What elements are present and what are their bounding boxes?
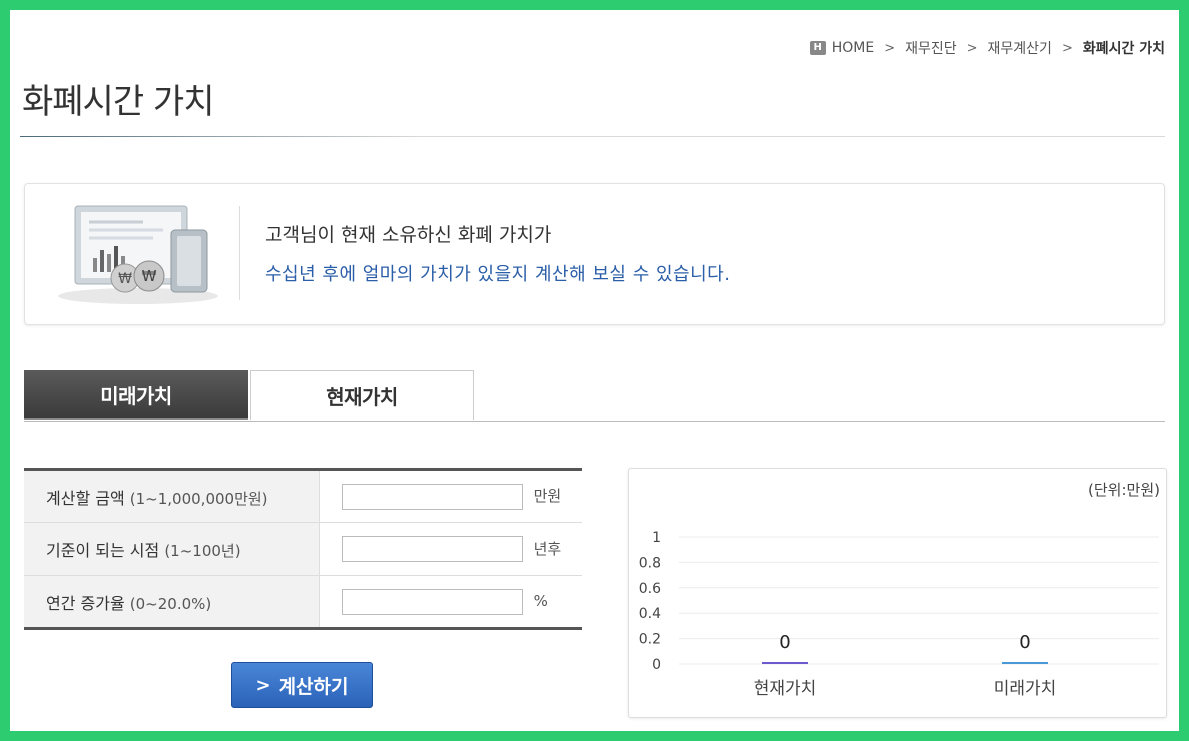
y-tick-label: 0.6	[639, 581, 661, 597]
y-tick-label: 0.2	[639, 632, 661, 648]
chevron-right-icon: >	[1061, 40, 1073, 56]
breadcrumb-home[interactable]: HOME	[832, 40, 874, 56]
period-range: (1~100년)	[164, 542, 241, 560]
y-tick-label: 0	[652, 657, 661, 673]
period-label-text: 기준이 되는 시점	[46, 541, 160, 560]
page-frame: H HOME > 재무진단 > 재무계산기 > 화폐시간 가치 화폐시간 가치 …	[10, 10, 1179, 731]
calculate-button-label: 계산하기	[278, 675, 349, 698]
y-tick-label: 0.4	[639, 606, 661, 622]
amount-label-text: 계산할 금액	[46, 488, 125, 508]
x-tick-label: 미래가치	[994, 679, 1057, 699]
bar	[762, 662, 808, 664]
calculate-button[interactable]: > 계산하기	[231, 662, 373, 708]
x-tick-label: 현재가치	[754, 679, 817, 699]
y-tick-label: 1	[652, 530, 661, 546]
intro-box: ₩ ₩ 고객님이 현재 소유하신 화폐 가치가 수십년 후에 얼마의 가치가 있…	[24, 183, 1165, 325]
rate-label: 연간 증가율 (0~20.0%)	[24, 575, 320, 629]
amount-label: 계산할 금액 (1~1,000,000만원)	[24, 469, 320, 523]
y-tick-label: 0.8	[639, 555, 661, 571]
rate-label-text: 연간 증가율	[46, 593, 125, 613]
bar-value-label: 0	[779, 632, 790, 653]
breadcrumb: H HOME > 재무진단 > 재무계산기 > 화폐시간 가치	[809, 38, 1165, 58]
calc-form: 계산할 금액 (1~1,000,000만원) 만원 기준이 되는 시점 (1~1…	[24, 468, 582, 630]
bar-chart: 0 0.2 0.4 0.6 0.8 1 0 현재가치 0 미래가치	[639, 530, 1159, 699]
intro-text-line1: 고객님이 현재 소유하신 화폐 가치가	[265, 224, 552, 246]
intro-text-line2: 수십년 후에 얼마의 가치가 있을지 계산해 보실 수 있습니다.	[265, 264, 731, 285]
form-row-period: 기준이 되는 시점 (1~100년) 년후	[24, 522, 582, 576]
tab-future-value[interactable]: 미래가치	[24, 370, 248, 420]
intro-divider	[239, 206, 240, 300]
home-icon: H	[809, 41, 826, 55]
title-divider	[20, 136, 1165, 137]
chevron-right-icon: >	[966, 40, 978, 56]
period-unit: 년후	[533, 539, 562, 558]
period-field-cell: 년후	[319, 522, 582, 576]
page-title: 화폐시간 가치	[22, 82, 214, 122]
won-coin-icon: ₩	[118, 271, 132, 287]
rate-field-cell: %	[319, 576, 582, 629]
result-chart: (단위:만원) 0 0.2 0.4 0.6 0.8 1 0 현재가치 0 미래가치	[628, 468, 1167, 718]
chevron-right-icon: >	[255, 674, 271, 696]
finance-illustration-icon: ₩ ₩	[58, 205, 218, 304]
rate-input[interactable]	[341, 588, 523, 615]
breadcrumb-item-diagnosis[interactable]: 재무진단	[905, 38, 957, 58]
form-row-amount: 계산할 금액 (1~1,000,000만원) 만원	[24, 469, 582, 523]
rate-range: (0~20.0%)	[129, 594, 212, 613]
breadcrumb-item-calculator[interactable]: 재무계산기	[988, 38, 1052, 58]
amount-range: (1~1,000,000만원)	[129, 489, 268, 508]
amount-field-cell: 만원	[319, 469, 582, 523]
bar-value-label: 0	[1019, 632, 1030, 653]
amount-input[interactable]	[341, 483, 523, 510]
tab-divider	[24, 421, 1165, 422]
amount-unit: 만원	[533, 487, 562, 505]
period-label: 기준이 되는 시점 (1~100년)	[24, 522, 320, 576]
chevron-right-icon: >	[884, 40, 896, 56]
period-input[interactable]	[341, 536, 523, 562]
bar	[1002, 662, 1048, 664]
breadcrumb-current: 화폐시간 가치	[1082, 41, 1165, 57]
rate-unit: %	[533, 592, 548, 610]
form-row-rate: 연간 증가율 (0~20.0%) %	[24, 575, 582, 629]
won-coin-icon: ₩	[142, 267, 157, 285]
tab-present-value[interactable]: 현재가치	[250, 370, 474, 420]
